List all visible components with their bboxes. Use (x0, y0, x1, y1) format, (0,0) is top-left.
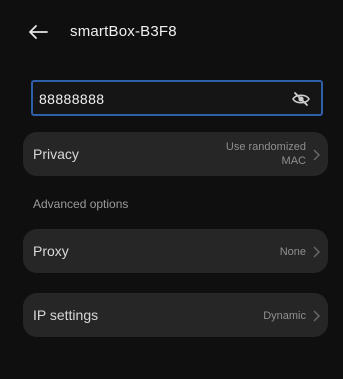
advanced-options-heading: Advanced options (33, 197, 129, 211)
proxy-label: Proxy (33, 243, 69, 259)
back-arrow-icon[interactable] (28, 22, 48, 42)
password-value[interactable]: 88888888 (39, 91, 105, 107)
privacy-value-line1: Use randomized (225, 141, 306, 153)
network-name-title: smartBox-B3F8 (70, 23, 177, 40)
privacy-value: Use randomized MAC (226, 140, 306, 168)
ip-settings-row[interactable]: IP settings Dynamic (23, 293, 328, 337)
privacy-row[interactable]: Privacy Use randomized MAC (23, 132, 328, 176)
privacy-label: Privacy (33, 146, 79, 162)
proxy-row[interactable]: Proxy None (23, 229, 328, 273)
privacy-value-line2: MAC (281, 155, 306, 167)
chevron-right-icon (312, 245, 320, 258)
chevron-right-icon (312, 148, 320, 161)
chevron-right-icon (312, 309, 320, 322)
header: smartBox-B3F8 (0, 0, 343, 64)
password-input[interactable]: 88888888 (31, 80, 323, 116)
ip-settings-label: IP settings (33, 307, 99, 323)
ip-settings-value: Dynamic (263, 310, 306, 322)
eye-off-icon[interactable] (291, 90, 311, 108)
proxy-value: None (279, 246, 306, 258)
